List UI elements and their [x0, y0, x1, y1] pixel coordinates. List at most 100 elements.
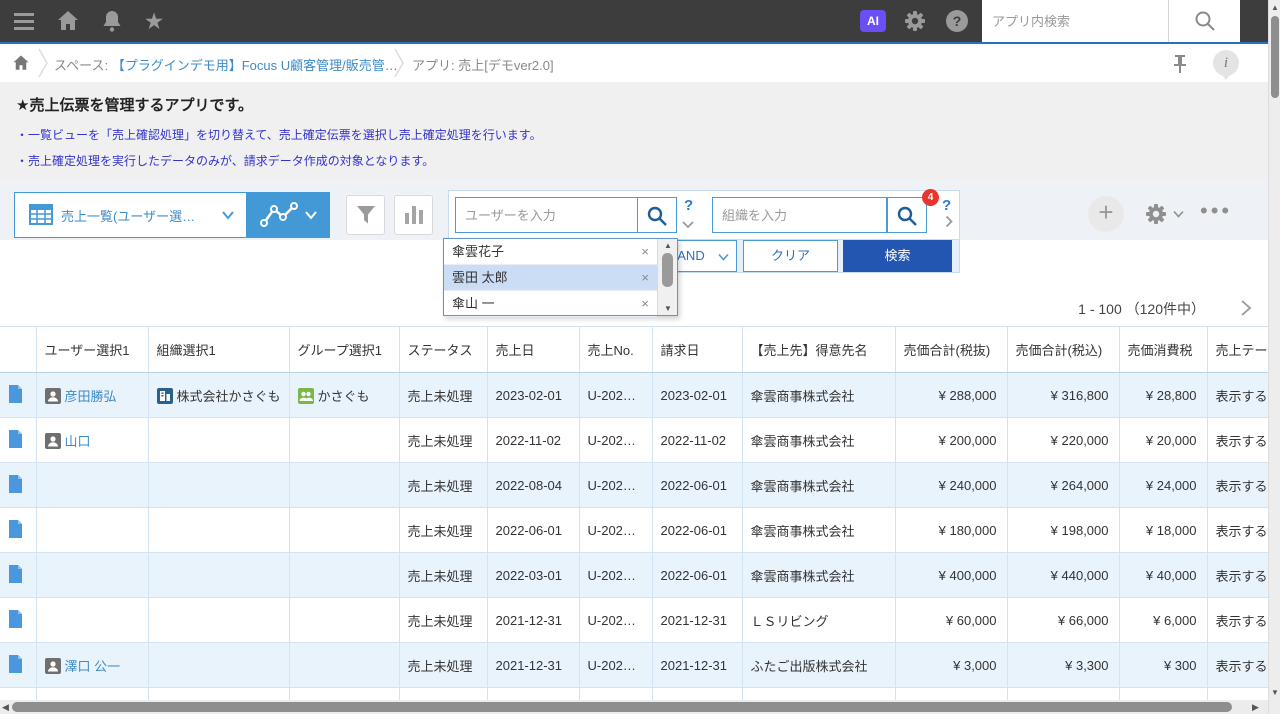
graph-view-button[interactable]: [246, 193, 330, 237]
user-suggestion-item[interactable]: 傘雲花子 ×: [444, 239, 657, 265]
ai-badge[interactable]: AI: [860, 10, 886, 32]
record-detail-icon[interactable]: [8, 429, 23, 451]
user-search-button[interactable]: [637, 197, 677, 233]
record-detail-icon[interactable]: [8, 609, 23, 631]
scroll-left-icon[interactable]: ◀: [2, 702, 9, 713]
show-subtable-link[interactable]: 表示する: [1216, 524, 1268, 539]
view-selector-current[interactable]: 売上一覧(ユーザー選…: [15, 193, 246, 237]
filter-button[interactable]: [346, 195, 385, 235]
chevron-right-icon[interactable]: [945, 215, 954, 228]
chevron-down-icon[interactable]: [682, 220, 694, 229]
cell-total: ¥ 66,000: [1007, 597, 1120, 643]
org-search-input[interactable]: [713, 198, 886, 232]
record-detail-icon[interactable]: [8, 519, 23, 541]
user-link[interactable]: 澤口 公一: [65, 659, 121, 674]
cell-subtotal: ¥ 1,000: [895, 687, 1008, 700]
org-search-help[interactable]: ?: [942, 197, 951, 214]
vertical-scrollbar-thumb[interactable]: [1271, 16, 1279, 98]
cell-customer: 傘雲商事株式会社: [742, 372, 896, 418]
scroll-up-icon[interactable]: ▲: [658, 241, 678, 250]
column-header-total[interactable]: 売価合計(税込): [1007, 326, 1120, 373]
add-record-button[interactable]: +: [1088, 196, 1124, 232]
chart-button[interactable]: [394, 195, 433, 235]
user-search-help[interactable]: ?: [684, 197, 693, 214]
help-icon[interactable]: ?: [945, 9, 969, 33]
user-avatar-icon: [44, 387, 61, 404]
cell-user: [36, 552, 149, 598]
horizontal-scrollbar[interactable]: ◀ ▶: [0, 700, 1268, 714]
show-subtable-link[interactable]: 表示する: [1216, 659, 1268, 674]
table-header-row: ユーザー選択1 組織選択1 グループ選択1 ステータス 売上日 売上No. 請求日 【売上先】…: [0, 326, 1268, 373]
bar-chart-icon: [405, 206, 423, 224]
column-header-detail[interactable]: 売上テー: [1207, 326, 1268, 373]
cell-subtotal: ¥ 240,000: [895, 462, 1008, 508]
scroll-up-icon[interactable]: ▲: [1269, 3, 1280, 12]
app-settings-gear-icon[interactable]: [1144, 202, 1168, 226]
pin-icon[interactable]: [1172, 54, 1188, 74]
column-header-tax[interactable]: 売価消費税: [1119, 326, 1208, 373]
vertical-scrollbar[interactable]: ▲ ▼: [1268, 0, 1280, 714]
user-suggestion-item[interactable]: 雲田 太郎 ×: [444, 265, 657, 291]
breadcrumb-space-link[interactable]: 【プラグインデモ用】Focus U顧客管理/販売管…: [112, 58, 398, 73]
cell-total: ¥ 198,000: [1007, 507, 1120, 553]
chevron-down-icon[interactable]: [1173, 210, 1184, 218]
column-header-customer[interactable]: 【売上先】得意先名: [742, 326, 896, 373]
record-detail-icon[interactable]: [8, 384, 23, 406]
suggestion-label: 傘雲花子: [452, 244, 505, 259]
portal-home-icon[interactable]: [12, 54, 30, 72]
show-subtable-link[interactable]: 表示する: [1216, 434, 1268, 449]
more-options-icon[interactable]: •••: [1200, 200, 1246, 222]
app-search-button[interactable]: [1168, 0, 1240, 42]
remove-suggestion-icon[interactable]: ×: [641, 291, 649, 316]
pagination-next-icon[interactable]: [1238, 299, 1254, 317]
cell-group: [289, 507, 400, 553]
favorites-star-icon[interactable]: ★: [142, 9, 166, 33]
scrollbar-thumb[interactable]: [662, 253, 673, 287]
remove-suggestion-icon[interactable]: ×: [641, 265, 649, 290]
horizontal-scrollbar-thumb[interactable]: [12, 702, 1232, 712]
cell-subtotal: ¥ 400,000: [895, 552, 1008, 598]
user-suggestion-item[interactable]: 傘山 一 ×: [444, 291, 657, 317]
svg-text:?: ?: [953, 13, 962, 29]
remove-suggestion-icon[interactable]: ×: [641, 239, 649, 264]
column-header-subtotal[interactable]: 売価合計(税抜): [895, 326, 1008, 373]
show-subtable-link[interactable]: 表示する: [1216, 479, 1268, 494]
cell-invoice_date: 2022-11-02: [652, 417, 743, 463]
hamburger-menu-icon[interactable]: [12, 9, 36, 33]
notification-bell-icon[interactable]: [100, 9, 124, 33]
home-icon[interactable]: [56, 9, 80, 33]
column-header-org[interactable]: 組織選択1: [148, 326, 290, 373]
scroll-down-icon[interactable]: ▼: [1269, 688, 1280, 697]
view-selector[interactable]: 売上一覧(ユーザー選…: [14, 192, 330, 238]
column-header-sale_date[interactable]: 売上日: [487, 326, 580, 373]
clear-button[interactable]: クリア: [743, 240, 838, 272]
user-link[interactable]: 山口: [65, 434, 91, 449]
column-header-invoice_date[interactable]: 請求日: [652, 326, 743, 373]
cell-user: [36, 687, 149, 700]
scroll-down-icon[interactable]: ▼: [658, 304, 678, 313]
show-subtable-link[interactable]: 表示する: [1216, 389, 1268, 404]
cell-sale_date: 2021-12-31: [487, 687, 580, 700]
admin-gear-icon[interactable]: [903, 9, 927, 33]
suggestion-scrollbar[interactable]: ▲ ▼: [657, 239, 677, 315]
column-header-user[interactable]: ユーザー選択1: [36, 326, 149, 373]
app-description-note-2: ・売上確定処理を実行したデータのみが、請求データ作成の対象となります。: [16, 154, 435, 168]
cell-icon: [0, 462, 37, 508]
user-link[interactable]: 彦田勝弘: [65, 389, 117, 404]
cell-tax: ¥ 28,800: [1119, 372, 1208, 418]
column-header-group[interactable]: グループ選択1: [289, 326, 400, 373]
info-icon[interactable]: i: [1213, 50, 1239, 76]
column-header-status[interactable]: ステータス: [399, 326, 488, 373]
org-search-button[interactable]: [887, 197, 927, 233]
app-description-title: ★売上伝票を管理するアプリです。: [16, 97, 253, 114]
column-header-sale_no[interactable]: 売上No.: [579, 326, 653, 373]
record-detail-icon[interactable]: [8, 474, 23, 496]
scroll-right-icon[interactable]: ▶: [1252, 702, 1259, 713]
record-detail-icon[interactable]: [8, 564, 23, 586]
user-search-input[interactable]: [456, 198, 637, 232]
search-button[interactable]: 検索: [843, 240, 952, 272]
show-subtable-link[interactable]: 表示する: [1216, 614, 1268, 629]
app-search-input[interactable]: [982, 0, 1168, 42]
record-detail-icon[interactable]: [8, 654, 23, 676]
show-subtable-link[interactable]: 表示する: [1216, 569, 1268, 584]
